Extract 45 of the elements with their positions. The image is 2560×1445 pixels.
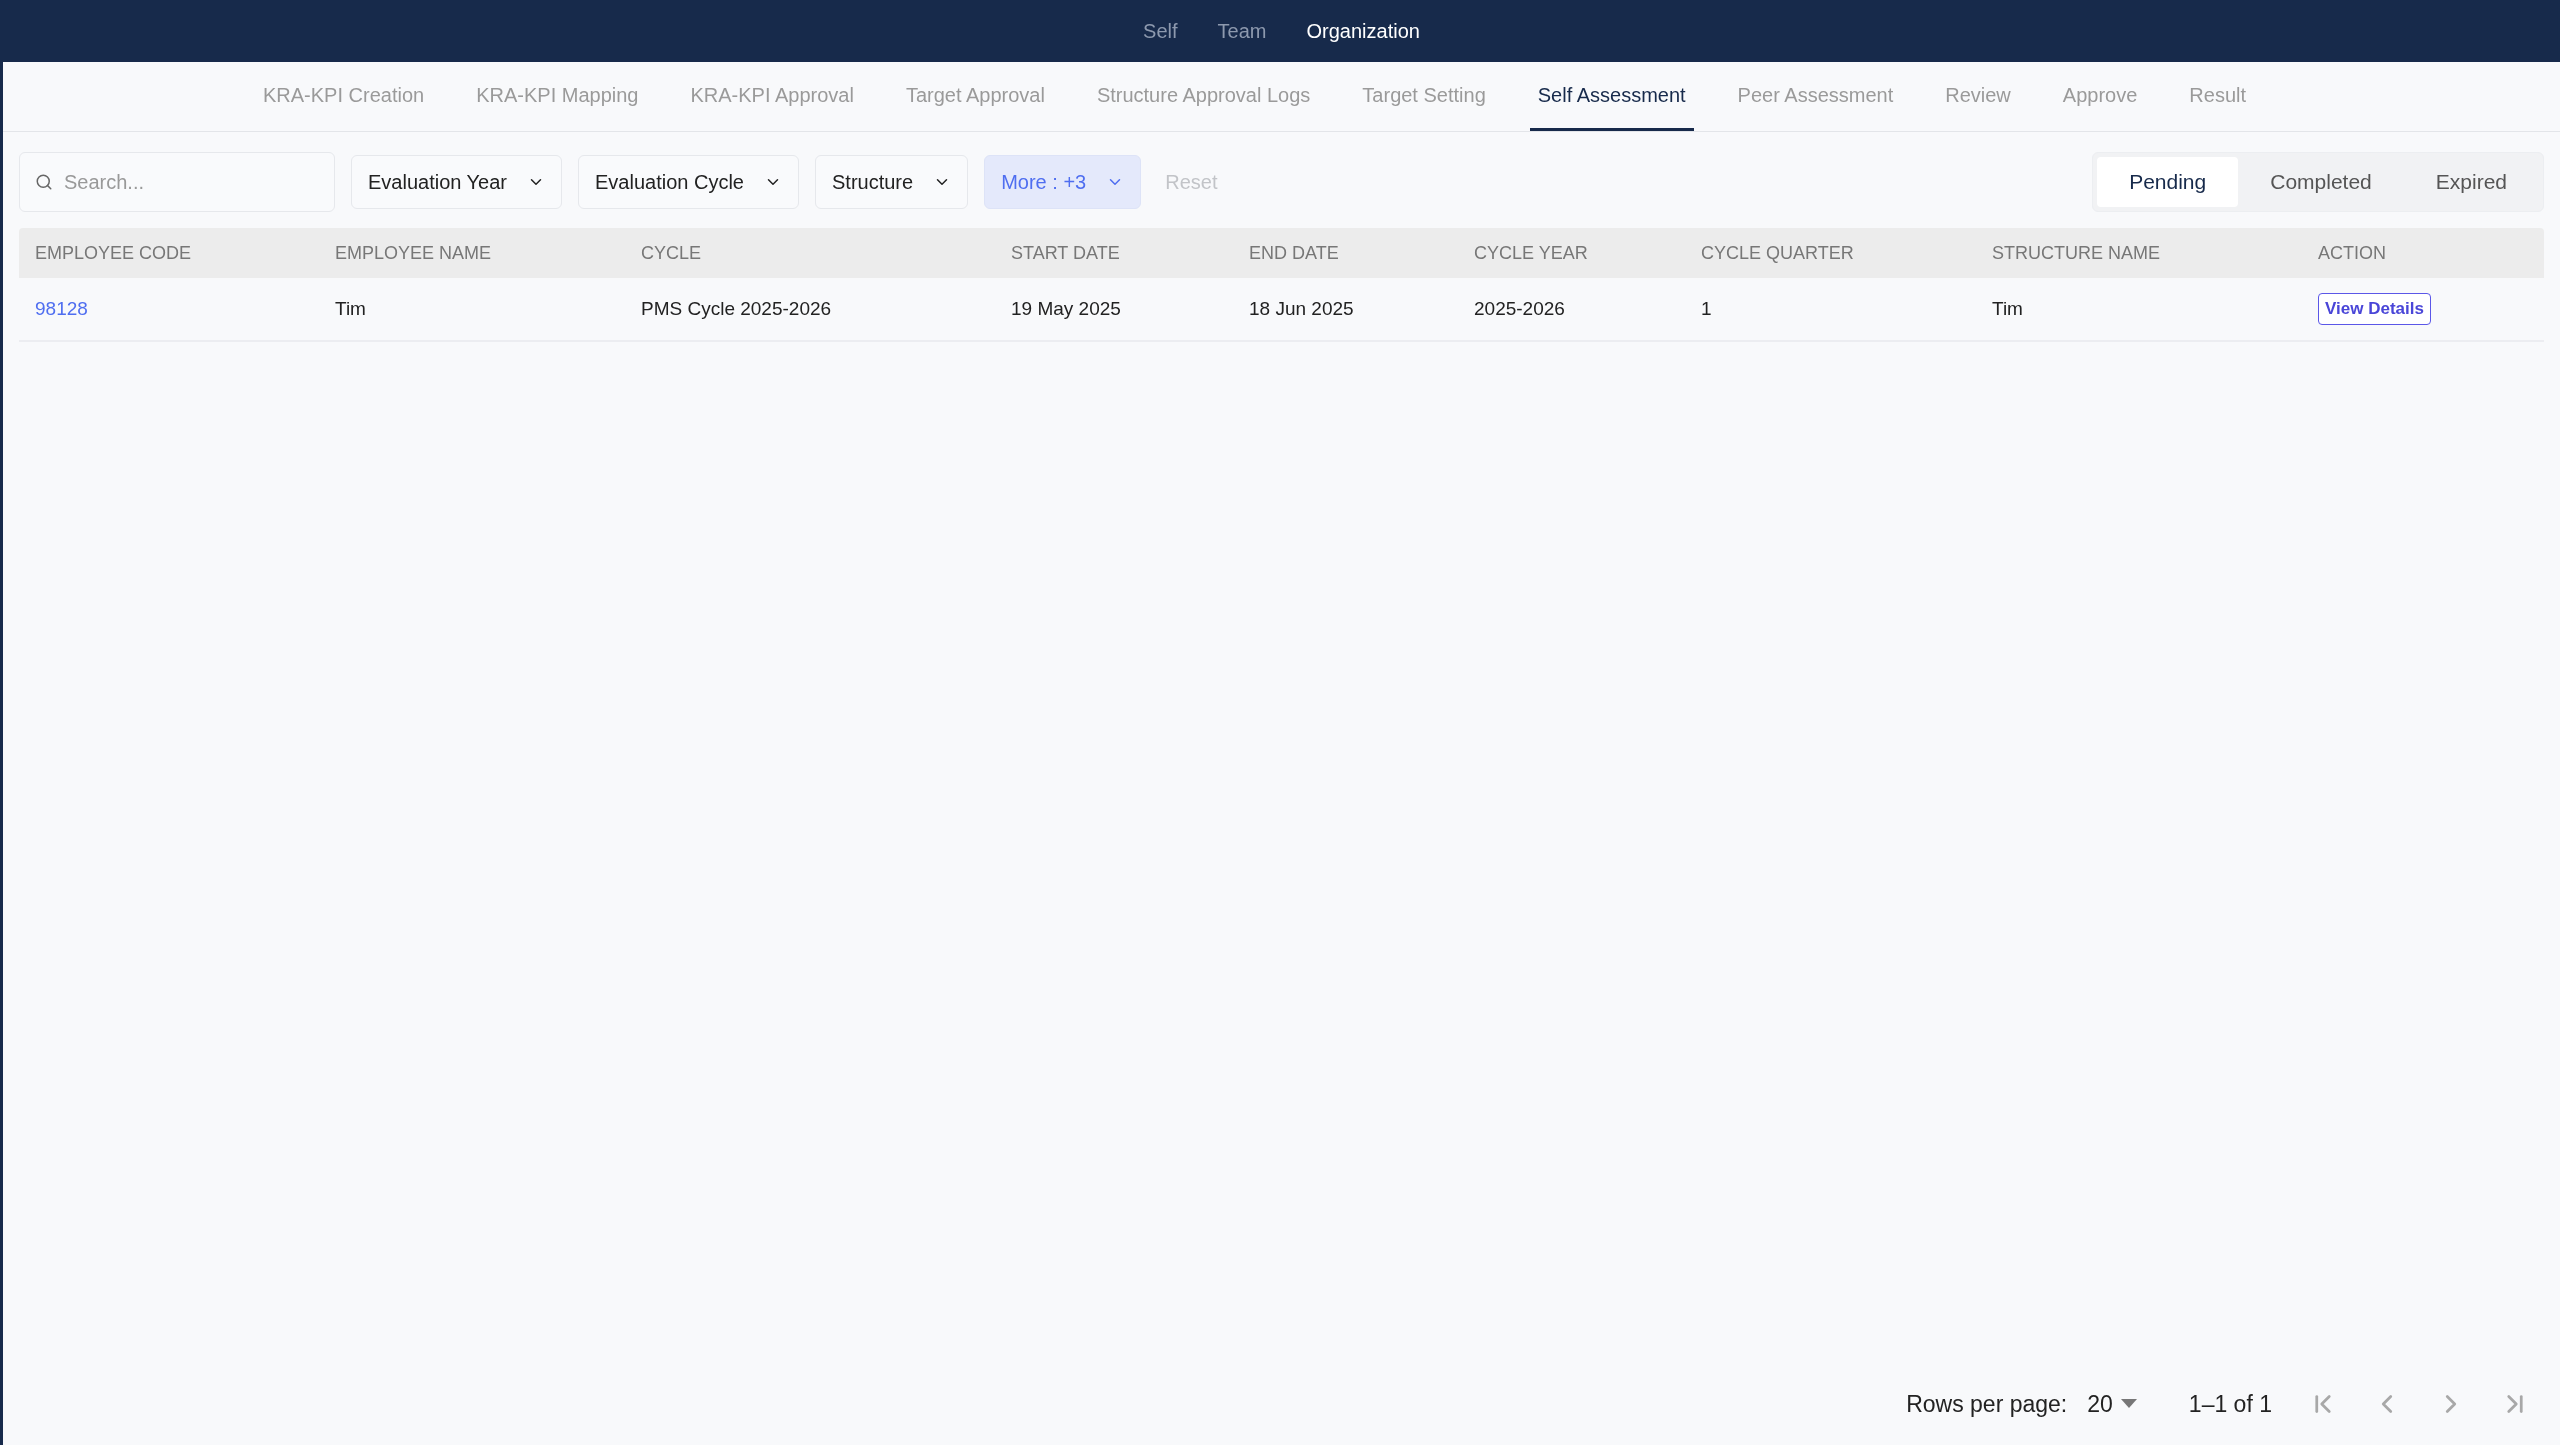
table-cell: 2025-2026 [1474,297,1565,319]
column-header: CYCLE QUARTER [1701,241,1855,265]
tab[interactable]: Self Assessment [1529,62,1694,131]
tab[interactable]: Approve [2054,62,2146,131]
column-header: CYCLE [641,241,703,265]
column-header: START DATE [1011,241,1121,265]
column-header: ACTION [2318,241,2387,265]
employee-code-link[interactable]: 98128 [35,297,88,319]
column-header: CYCLE YEAR [1474,241,1589,265]
table-cell: Tim [1992,297,2023,319]
search-icon [35,173,53,191]
status-tab[interactable]: Expired [2403,157,2539,207]
top-nav-tab[interactable]: Organization [1306,16,1420,46]
filter-dropdown[interactable]: More : +3 [984,155,1142,209]
filter-dropdown[interactable]: Evaluation Cycle [578,155,799,209]
filter-dropdown[interactable]: Structure [815,155,969,209]
tab[interactable]: Target Approval [897,62,1053,131]
tab[interactable]: Review [1937,62,2019,131]
tab[interactable]: Target Setting [1354,62,1494,131]
rows-per-page-label: Rows per page: [1906,1389,2068,1419]
tab[interactable]: Peer Assessment [1729,62,1902,131]
status-tab[interactable]: Pending [2097,157,2239,207]
table-cell: 1 [1701,297,1712,319]
table-cell: 19 May 2025 [1011,297,1121,319]
top-nav-tab[interactable]: Self [1143,16,1178,46]
page-range: 1–1 of 1 [2188,1389,2272,1419]
tab[interactable]: KRA-KPI Creation [255,62,433,131]
column-header: EMPLOYEE NAME [335,241,493,265]
tab[interactable]: KRA-KPI Approval [682,62,862,131]
column-header: STRUCTURE NAME [1992,241,2161,265]
top-nav-tab[interactable]: Team [1217,16,1267,46]
status-tab[interactable]: Completed [2238,157,2404,207]
table-cell: Tim [335,297,366,319]
tab[interactable]: Result [2181,62,2254,131]
caret-down-icon [2120,1399,2137,1409]
tab[interactable]: KRA-KPI Mapping [468,62,647,131]
filter-dropdown[interactable]: Evaluation Year [351,155,562,209]
tab[interactable]: Structure Approval Logs [1088,62,1319,131]
rows-per-page-select[interactable]: 20 [2087,1386,2137,1421]
view-details-button[interactable]: View Details [2318,293,2431,325]
table-cell: PMS Cycle 2025-2026 [641,297,832,319]
column-header: END DATE [1249,241,1340,265]
table-cell: 18 Jun 2025 [1249,297,1354,319]
search-field[interactable]: Search... [19,152,335,212]
column-header: EMPLOYEE CODE [35,241,193,265]
